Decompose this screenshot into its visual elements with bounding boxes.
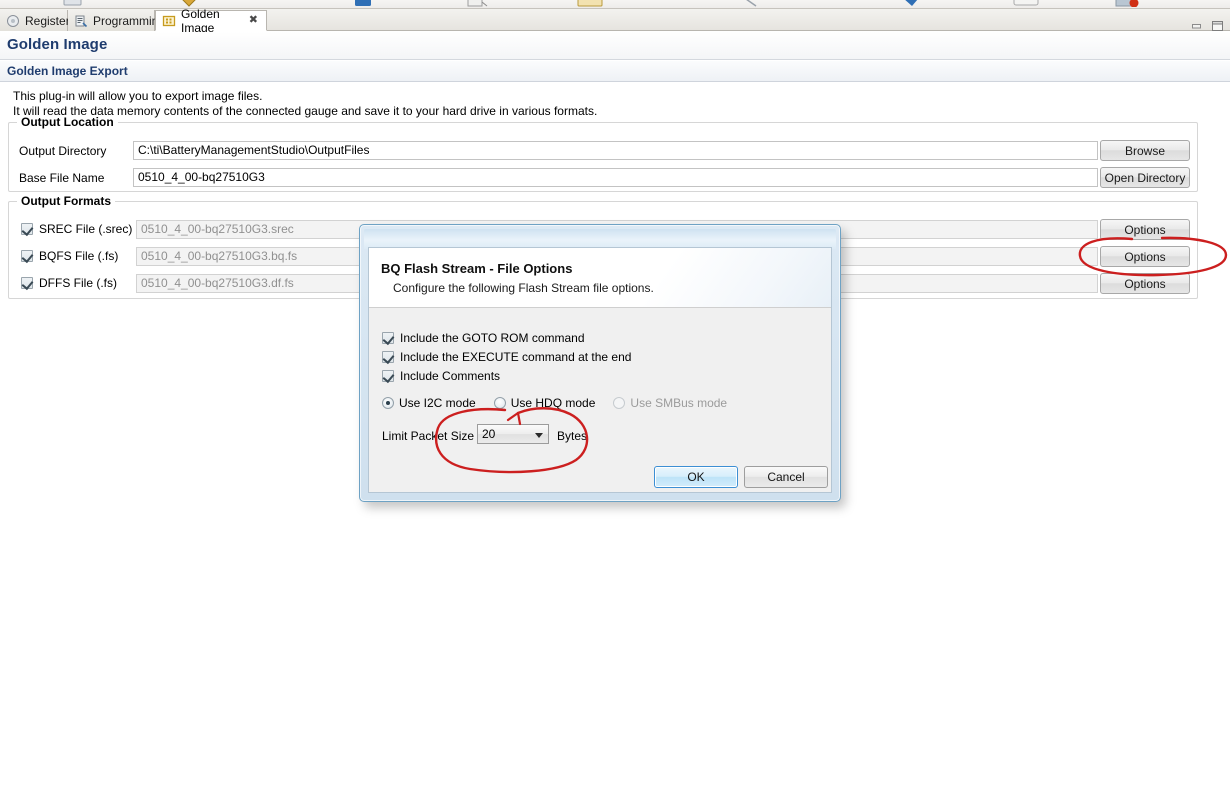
bqfs-options-button[interactable]: Options (1100, 246, 1190, 267)
bqfs-file-label: BQFS File (.fs) (39, 249, 119, 263)
checkbox-icon[interactable] (382, 351, 394, 363)
radio-icon[interactable] (493, 397, 506, 409)
tab-golden-image[interactable]: Golden Image ✖ (155, 7, 267, 35)
include-goto-rom-label: Include the GOTO ROM command (400, 331, 585, 345)
output-directory-label: Output Directory (19, 144, 107, 158)
ok-button[interactable]: OK (654, 466, 738, 488)
dffs-file-label: DFFS File (.fs) (39, 276, 117, 290)
toolbar-icon-device[interactable] (352, 0, 374, 7)
use-smbus-mode-radio: Use SMBus mode (613, 396, 727, 410)
cancel-button[interactable]: Cancel (744, 466, 828, 488)
page-title: Golden Image (7, 36, 108, 53)
checkbox-icon[interactable] (21, 277, 33, 289)
dialog-banner (369, 248, 831, 308)
toolbar-icon-save[interactable] (62, 0, 84, 7)
toolbar-icon-search[interactable] (744, 0, 764, 7)
dffs-options-button[interactable]: Options (1100, 273, 1190, 294)
toolbar-icon-flag[interactable] (900, 0, 922, 7)
dffs-file-checkbox-row[interactable]: DFFS File (.fs) (21, 276, 117, 290)
radio-icon[interactable] (382, 397, 394, 409)
view-window-controls (1190, 20, 1224, 32)
checkbox-icon[interactable] (382, 332, 394, 344)
registers-icon (6, 14, 20, 28)
include-execute-label: Include the EXECUTE command at the end (400, 350, 632, 364)
application-window: Registers Programming Golden Image ✖ Gol… (0, 0, 1230, 787)
include-goto-rom-checkbox-row[interactable]: Include the GOTO ROM command (382, 331, 585, 345)
use-i2c-mode-radio[interactable]: Use I2C mode (382, 396, 476, 410)
include-comments-checkbox-row[interactable]: Include Comments (382, 369, 500, 383)
radio-icon (613, 397, 626, 409)
base-file-name-label: Base File Name (19, 171, 105, 185)
maximize-icon[interactable] (1211, 20, 1224, 32)
checkbox-icon[interactable] (382, 370, 394, 382)
include-comments-label: Include Comments (400, 369, 501, 383)
dialog-title-bar (364, 229, 836, 249)
srec-options-button[interactable]: Options (1100, 219, 1190, 240)
browse-button[interactable]: Browse (1100, 140, 1190, 161)
limit-packet-size-value: 20 (482, 427, 496, 441)
section-title: Golden Image Export (7, 64, 128, 78)
use-smbus-mode-label: Use SMBus mode (630, 396, 728, 410)
limit-packet-size-select[interactable]: 20 (477, 424, 549, 444)
programming-icon (74, 14, 88, 28)
output-formats-legend: Output Formats (17, 194, 115, 208)
intro-line-1: This plug-in will allow you to export im… (13, 89, 263, 103)
golden-image-icon (162, 14, 176, 28)
section-header: Golden Image Export (0, 61, 1230, 82)
bqfs-file-checkbox-row[interactable]: BQFS File (.fs) (21, 249, 118, 263)
use-hdq-mode-label: Use HDQ mode (510, 396, 596, 410)
output-location-legend: Output Location (17, 115, 118, 129)
toolbar-icon-record[interactable] (1114, 0, 1140, 7)
checkbox-icon[interactable] (21, 250, 33, 262)
use-i2c-mode-label: Use I2C mode (399, 396, 476, 410)
close-icon[interactable]: ✖ (249, 15, 258, 26)
dialog-subtitle: Configure the following Flash Stream fil… (393, 281, 654, 295)
use-hdq-mode-radio[interactable]: Use HDQ mode (493, 396, 596, 410)
packet-size-unit-label: Bytes (557, 429, 588, 443)
base-file-name-input[interactable]: 0510_4_00-bq27510G3 (133, 168, 1098, 187)
srec-file-checkbox-row[interactable]: SREC File (.srec) (21, 222, 132, 236)
toolbar-icon-keyboard[interactable] (1012, 0, 1040, 7)
open-directory-button[interactable]: Open Directory (1100, 167, 1190, 188)
minimize-icon[interactable] (1190, 20, 1203, 32)
tab-programming[interactable]: Programming (68, 10, 165, 31)
output-directory-input[interactable]: C:\ti\BatteryManagementStudio\OutputFile… (133, 141, 1098, 160)
mode-radio-group: Use I2C mode Use HDQ mode Use SMBus mode (382, 396, 727, 410)
toolbar-icon-copy[interactable] (465, 0, 489, 7)
srec-file-label: SREC File (.srec) (39, 222, 133, 236)
checkbox-icon[interactable] (21, 223, 33, 235)
limit-packet-size-label: Limit Packet Size (382, 429, 475, 443)
page-header: Golden Image (0, 32, 1230, 60)
include-execute-checkbox-row[interactable]: Include the EXECUTE command at the end (382, 350, 631, 364)
tab-registers[interactable]: Registers (0, 10, 76, 31)
chevron-down-icon[interactable] (535, 433, 543, 438)
toolbar-icon-gauge[interactable] (576, 0, 604, 7)
flash-stream-file-options-dialog: BQ Flash Stream - File Options Configure… (359, 224, 841, 502)
dialog-body: BQ Flash Stream - File Options Configure… (368, 247, 832, 493)
dialog-title: BQ Flash Stream - File Options (381, 261, 573, 276)
intro-line-2: It will read the data memory contents of… (13, 104, 598, 118)
intro-text: This plug-in will allow you to export im… (13, 89, 913, 119)
editor-tab-bar: Registers Programming Golden Image ✖ (0, 7, 1230, 35)
tab-label: Golden Image (181, 6, 220, 35)
